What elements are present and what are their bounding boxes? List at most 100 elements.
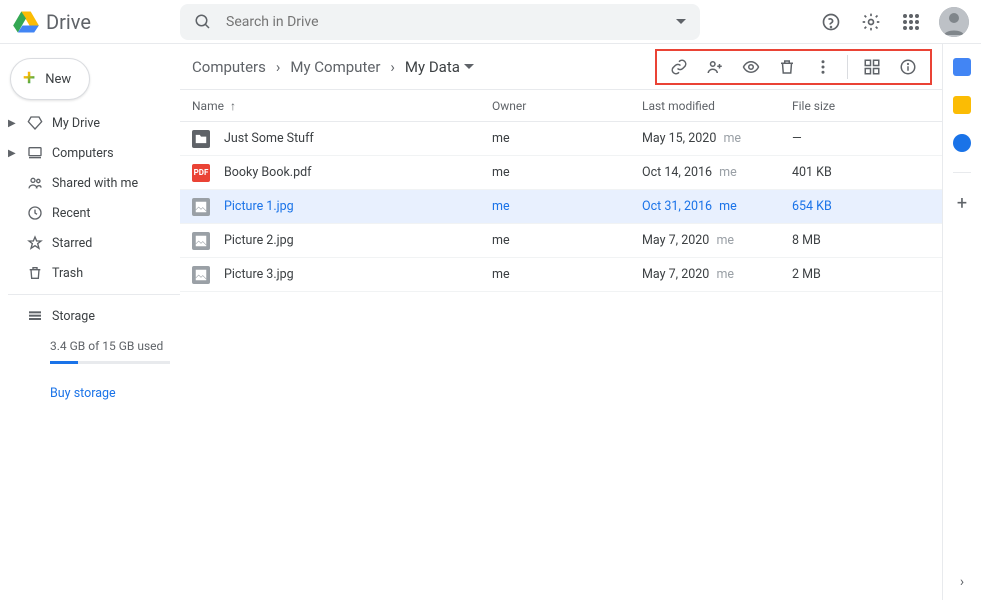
gear-icon[interactable] xyxy=(859,10,883,34)
keep-icon[interactable] xyxy=(953,96,971,114)
file-owner: me xyxy=(492,131,642,146)
app-name: Drive xyxy=(46,10,91,34)
search-icon xyxy=(194,13,212,31)
file-size: 8 MB xyxy=(792,233,930,248)
column-name[interactable]: Name↑ xyxy=(192,99,492,113)
file-size: 2 MB xyxy=(792,267,930,282)
sidebar-item-label: Shared with me xyxy=(52,176,138,191)
sidebar-item-shared[interactable]: Shared with me xyxy=(0,168,180,198)
sidebar-item-my-drive[interactable]: ▶ My Drive xyxy=(0,108,180,138)
buy-storage-link[interactable]: Buy storage xyxy=(50,386,180,401)
file-name: Just Some Stuff xyxy=(224,131,314,146)
breadcrumb-item[interactable]: My Computer xyxy=(288,54,382,80)
add-app-icon[interactable]: + xyxy=(957,193,967,214)
sidebar-item-label: Storage xyxy=(52,309,95,324)
clock-icon xyxy=(26,204,44,222)
column-modified[interactable]: Last modified xyxy=(642,99,792,113)
file-size: 401 KB xyxy=(792,165,930,180)
new-button-label: New xyxy=(45,72,71,87)
sidebar-item-storage[interactable]: Storage xyxy=(0,301,180,331)
storage-bar xyxy=(50,361,170,364)
file-modified: May 15, 2020 me xyxy=(642,131,792,146)
preview-icon[interactable] xyxy=(733,51,769,83)
delete-icon[interactable] xyxy=(769,51,805,83)
file-modified: Oct 31, 2016 me xyxy=(642,199,792,214)
chevron-right-icon: › xyxy=(390,58,395,76)
file-modified: Oct 14, 2016 me xyxy=(642,165,792,180)
table-row[interactable]: Just Some Stuff meMay 15, 2020 me— xyxy=(180,122,942,156)
sidebar-item-label: Trash xyxy=(52,266,83,281)
storage-icon xyxy=(26,307,44,325)
separator xyxy=(8,294,180,295)
computer-icon xyxy=(26,144,44,162)
file-name: Picture 1.jpg xyxy=(224,199,294,214)
table-row[interactable]: Picture 3.jpg meMay 7, 2020 me2 MB xyxy=(180,258,942,292)
star-icon xyxy=(26,234,44,252)
more-icon[interactable] xyxy=(805,51,841,83)
search-bar[interactable] xyxy=(180,4,700,40)
side-rail: + › xyxy=(943,44,981,600)
file-name: Picture 3.jpg xyxy=(224,267,294,282)
column-owner[interactable]: Owner xyxy=(492,99,642,113)
share-icon[interactable] xyxy=(697,51,733,83)
chevron-right-icon: › xyxy=(276,58,281,76)
toolbar-actions-highlighted xyxy=(655,49,932,85)
separator xyxy=(847,55,848,79)
info-icon[interactable] xyxy=(890,51,926,83)
sidebar-item-label: Computers xyxy=(52,146,114,161)
sort-arrow-up-icon: ↑ xyxy=(230,99,236,113)
file-modified: May 7, 2020 me xyxy=(642,267,792,282)
grid-view-icon[interactable] xyxy=(854,51,890,83)
drive-logo-icon xyxy=(12,10,40,34)
file-owner: me xyxy=(492,233,642,248)
column-size[interactable]: File size xyxy=(792,99,930,113)
main: Computers › My Computer › My Data Name↑ … xyxy=(180,44,943,600)
chevron-right-icon: ▶ xyxy=(8,118,18,129)
get-link-icon[interactable] xyxy=(661,51,697,83)
dropdown-icon[interactable] xyxy=(676,17,686,27)
sidebar-item-starred[interactable]: Starred xyxy=(0,228,180,258)
sidebar-item-trash[interactable]: Trash xyxy=(0,258,180,288)
toolbar: Computers › My Computer › My Data xyxy=(180,44,942,90)
separator xyxy=(953,172,971,173)
table-row[interactable]: PDF Booky Book.pdf meOct 14, 2016 me401 KB xyxy=(180,156,942,190)
file-name: Booky Book.pdf xyxy=(224,165,312,180)
sidebar-item-label: Recent xyxy=(52,206,91,221)
my-drive-icon xyxy=(26,114,44,132)
apps-icon[interactable] xyxy=(899,10,923,34)
folder-icon xyxy=(192,130,210,148)
sidebar-item-recent[interactable]: Recent xyxy=(0,198,180,228)
storage-text: 3.4 GB of 15 GB used xyxy=(50,339,180,353)
file-name: Picture 2.jpg xyxy=(224,233,294,248)
breadcrumb-item-current[interactable]: My Data xyxy=(403,54,476,80)
trash-icon xyxy=(26,264,44,282)
plus-icon: + xyxy=(23,68,35,90)
search-input[interactable] xyxy=(226,14,662,30)
new-button[interactable]: + New xyxy=(10,58,90,100)
file-modified: May 7, 2020 me xyxy=(642,233,792,248)
pdf-icon: PDF xyxy=(192,164,210,182)
chevron-right-icon: ▶ xyxy=(8,148,18,159)
breadcrumb-item[interactable]: Computers xyxy=(190,54,268,80)
table-row[interactable]: Picture 1.jpg meOct 31, 2016 me654 KB xyxy=(180,190,942,224)
file-size: — xyxy=(792,131,930,146)
header-actions xyxy=(819,7,969,37)
sidebar-item-computers[interactable]: ▶ Computers xyxy=(0,138,180,168)
dropdown-icon xyxy=(464,62,474,72)
image-icon xyxy=(192,232,210,250)
file-size: 654 KB xyxy=(792,199,930,214)
storage-info: 3.4 GB of 15 GB used Buy storage xyxy=(0,331,180,401)
avatar[interactable] xyxy=(939,7,969,37)
people-icon xyxy=(26,174,44,192)
header: Drive xyxy=(0,0,981,44)
logo-area[interactable]: Drive xyxy=(12,10,180,34)
file-owner: me xyxy=(492,267,642,282)
file-owner: me xyxy=(492,165,642,180)
table-row[interactable]: Picture 2.jpg meMay 7, 2020 me8 MB xyxy=(180,224,942,258)
calendar-icon[interactable] xyxy=(953,58,971,76)
sidebar: + New ▶ My Drive ▶ Computers Shared with … xyxy=(0,44,180,600)
collapse-rail-icon[interactable]: › xyxy=(960,574,964,590)
help-icon[interactable] xyxy=(819,10,843,34)
tasks-icon[interactable] xyxy=(953,134,971,152)
file-owner: me xyxy=(492,199,642,214)
